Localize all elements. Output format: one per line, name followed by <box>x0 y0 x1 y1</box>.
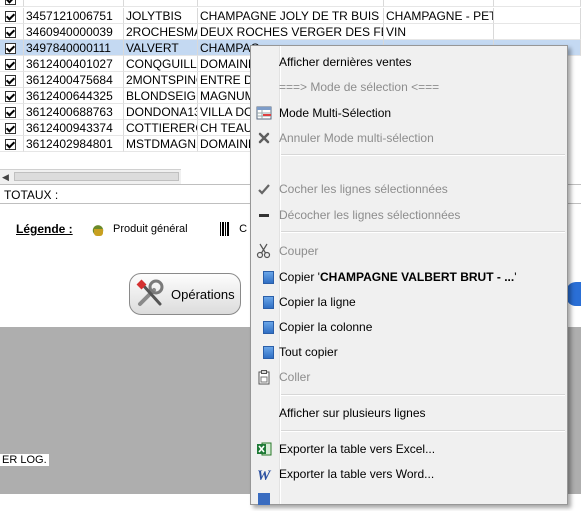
scroll-left-icon[interactable]: ◀ <box>2 172 9 183</box>
copy-all-icon <box>256 344 274 360</box>
menu-item-export-word[interactable]: W Exporter la table vers Word... <box>251 462 567 486</box>
row-checkbox[interactable] <box>0 104 24 120</box>
cell-short: 2ROCHESMAC <box>124 24 198 40</box>
menu-item-copy-all[interactable]: Tout copier <box>251 340 567 364</box>
menu-item-copy-column[interactable]: Copier la colonne <box>251 315 567 339</box>
row-checkbox[interactable] <box>0 24 24 40</box>
scissors-icon <box>256 243 271 259</box>
cell-code: 3612402984801 <box>24 136 124 152</box>
cell-name: DEUX ROCHES VERGER DES FEUI <box>198 24 384 40</box>
clipboard-icon <box>258 370 270 385</box>
copy-icon <box>256 294 274 310</box>
cell-short: JOLYTBIS <box>124 8 198 24</box>
cell-short: CONQGUILLR <box>124 56 198 72</box>
legend-item-general-product: Produit général <box>91 220 188 238</box>
menu-item-partial[interactable] <box>251 487 567 511</box>
context-menu: Afficher dernières ventes ===> Mode de s… <box>250 45 568 505</box>
menu-item-export-excel[interactable]: Exporter la table vers Excel... <box>251 437 567 461</box>
copy-icon <box>256 269 274 285</box>
cell-code: 3612400688763 <box>24 104 124 120</box>
cell-name: CHAMPAGNE JOLY DE TR BUIS X1 <box>198 8 384 24</box>
scrollbar-thumb[interactable] <box>14 172 179 181</box>
tools-icon <box>136 279 164 306</box>
operations-button[interactable]: Opérations <box>129 273 241 315</box>
cell-short: DONDONA13 <box>124 104 198 120</box>
cell-code: 3612400943374 <box>24 120 124 136</box>
cell-short: BLONDSEIGN <box>124 88 198 104</box>
cell-short: VALVERT <box>124 40 198 56</box>
excel-icon <box>257 442 272 456</box>
cell-code: 3612400475684 <box>24 72 124 88</box>
svg-text:W: W <box>257 468 272 482</box>
plant-pot-icon <box>91 222 105 237</box>
row-checkbox[interactable] <box>0 136 24 152</box>
menu-item-paste[interactable]: Coller <box>251 365 567 389</box>
cell-code: 3497840000111 <box>24 40 124 56</box>
copy-icon <box>256 319 274 335</box>
row-checkbox[interactable] <box>0 72 24 88</box>
x-icon <box>258 132 270 144</box>
cell-code: 3457121006751 <box>24 8 124 24</box>
cell-code: 3612400401027 <box>24 56 124 72</box>
horizontal-scrollbar[interactable]: ◀ <box>0 169 181 184</box>
legend-item-barcode: C <box>220 220 247 238</box>
cell-family: CHAMPAGNE - PETI <box>384 8 494 24</box>
menu-item-uncheck-selected[interactable]: Décocher les lignes sélectionnées <box>251 203 567 227</box>
cell-code: 3612400644325 <box>24 88 124 104</box>
cell-short: MSTDMAGN14 <box>124 136 198 152</box>
menu-item-multi-line-display[interactable]: Afficher sur plusieurs lignes <box>251 401 567 425</box>
menu-item-multi-selection-mode[interactable]: Mode Multi-Sélection <box>251 101 567 125</box>
barcode-icon <box>220 222 230 237</box>
table-row[interactable]: 3460940000039 2ROCHESMAC DEUX ROCHES VER… <box>0 24 581 40</box>
status-text: ER LOG. <box>0 454 49 466</box>
menu-item-selection-mode-header: ===> Mode de sélection <=== <box>279 80 440 94</box>
cell-code: 3460940000039 <box>24 24 124 40</box>
cell-short: 2MONTSPINO <box>124 72 198 88</box>
menu-item-copy-cell[interactable]: Copier 'CHAMPAGNE VALBERT BRUT - ...' <box>251 265 567 289</box>
checkmark-icon <box>258 184 270 195</box>
blue-button-edge[interactable] <box>566 282 581 306</box>
table-row[interactable]: 3457121006751 JOLYTBIS CHAMPAGNE JOLY DE… <box>0 8 581 24</box>
row-checkbox[interactable] <box>0 56 24 72</box>
row-checkbox[interactable] <box>0 120 24 136</box>
legend-title: Légende : <box>16 222 73 236</box>
table-icon <box>256 106 272 120</box>
operations-label: Opérations <box>171 287 235 302</box>
menu-item-check-selected[interactable]: Cocher les lignes sélectionnées <box>251 177 567 201</box>
menu-item-cancel-multi-selection[interactable]: Annuler Mode multi-sélection <box>251 126 567 150</box>
row-checkbox[interactable] <box>0 88 24 104</box>
cell-family: VIN <box>384 24 494 40</box>
export-icon <box>258 493 270 505</box>
menu-item-cut[interactable]: Couper <box>251 239 567 263</box>
row-checkbox[interactable] <box>0 0 24 7</box>
menu-item-show-last-sales[interactable]: Afficher dernières ventes <box>251 50 567 74</box>
cell-short: COTTIERERG <box>124 120 198 136</box>
row-checkbox[interactable] <box>0 40 24 56</box>
table-row[interactable] <box>0 0 581 7</box>
row-checkbox[interactable] <box>0 8 24 24</box>
menu-item-copy-row[interactable]: Copier la ligne <box>251 290 567 314</box>
word-icon: W <box>257 468 272 482</box>
minus-icon <box>259 214 269 217</box>
